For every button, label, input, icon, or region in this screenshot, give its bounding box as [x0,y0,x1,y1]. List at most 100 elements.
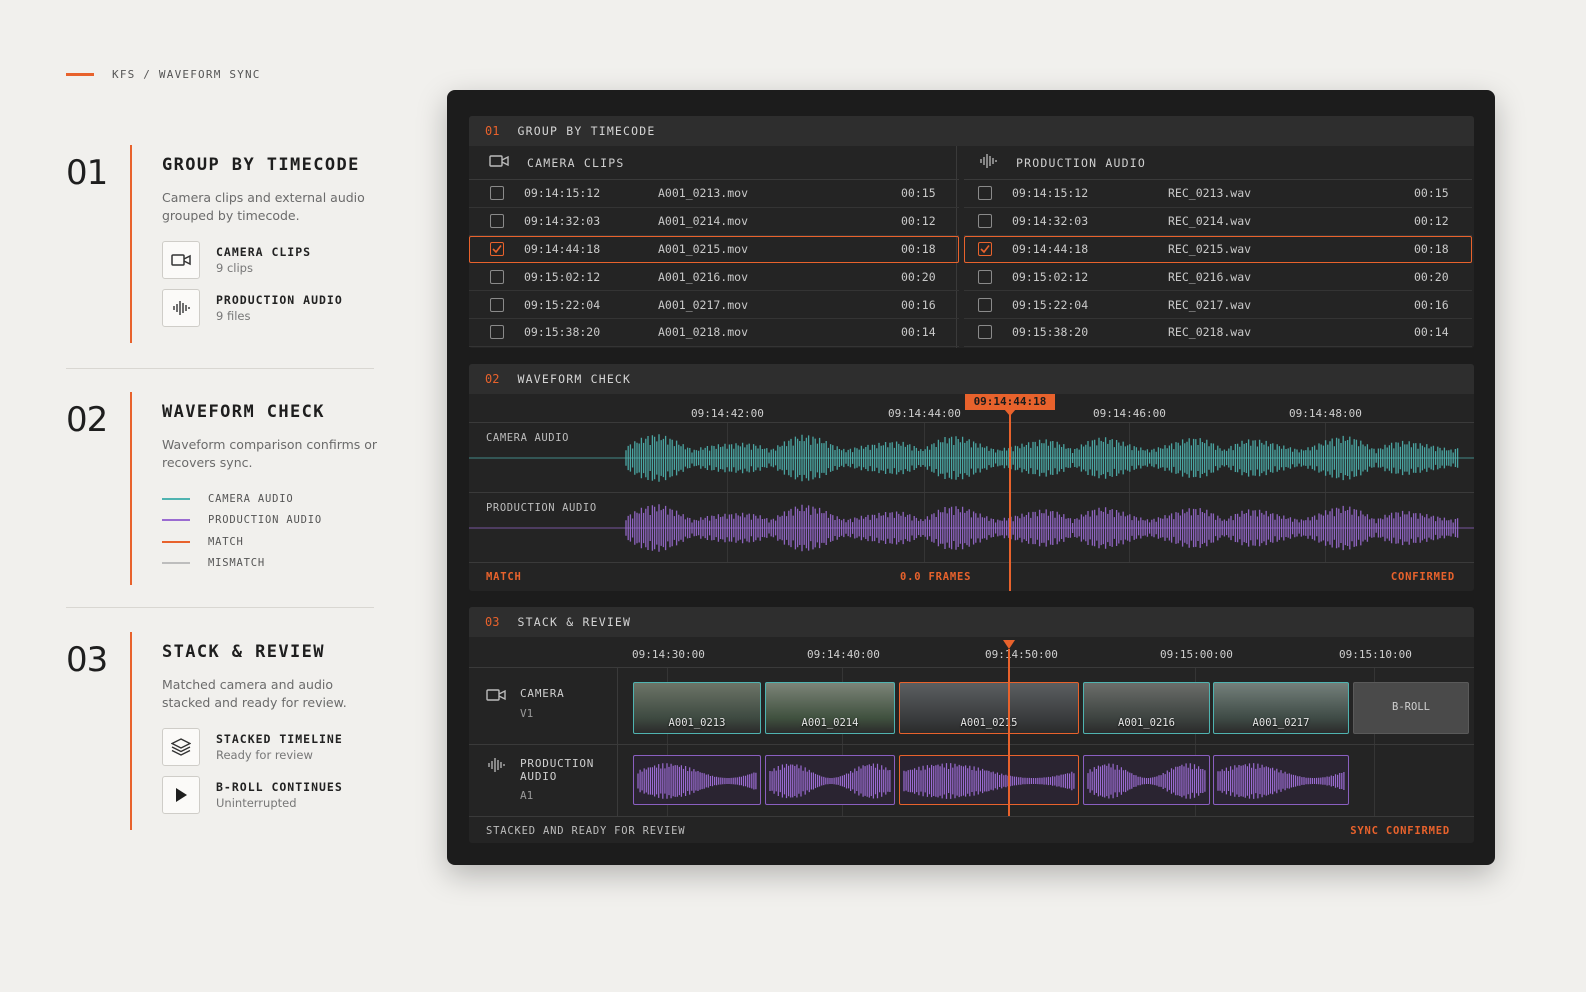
broll-clip[interactable]: B-ROLL [1353,682,1469,734]
section-header: 01 GROUP BY TIMECODE [469,116,1474,146]
checkbox-checked[interactable] [978,241,992,256]
table-row[interactable]: 09:14:44:18 REC_0215.wav 00:18 [964,235,1472,264]
camera-clip[interactable]: A001_0216 [1083,682,1210,734]
checkbox[interactable] [978,214,992,229]
divider [66,607,374,608]
section-title: GROUP BY TIMECODE [517,124,656,138]
timecode-cell: 09:14:44:18 [524,241,601,256]
audio-clip[interactable] [765,755,895,805]
check-icon [980,244,990,254]
duration-cell: 00:20 [1414,269,1449,284]
step-number: 03 [66,640,108,680]
table-header: CAMERA CLIPS [469,146,959,180]
stack-review-section: 03 STACK & REVIEW 09:14:30:00 09:14:40:0… [469,607,1474,843]
ruler-tick-label: 09:14:44:00 [888,407,961,420]
checkbox[interactable] [978,186,992,201]
filename-cell: A001_0215.mov [658,241,749,256]
table-row[interactable]: 09:15:22:04 REC_0217.wav 00:16 [964,291,1472,319]
audio-clip[interactable] [899,755,1079,805]
play-icon [162,776,200,814]
checkbox[interactable] [978,325,992,340]
step-01: 01 GROUP BY TIMECODE Camera clips and ex… [66,145,376,345]
ruler-tick-label: 09:14:40:00 [807,648,880,661]
legend-match: MATCH [162,531,382,553]
status-match: MATCH [486,571,522,583]
feature-title: PRODUCTION AUDIO [216,293,343,307]
accent-dash [66,73,94,76]
camera-clip[interactable]: A001_0213 [633,682,761,734]
filename-cell: REC_0214.wav [1168,214,1252,229]
legend: CAMERA AUDIO PRODUCTION AUDIO MATCH MISM… [162,488,382,574]
timecode-cell: 09:14:32:03 [1012,214,1089,229]
timecode-cell: 09:15:02:12 [524,269,601,284]
checkbox[interactable] [490,297,504,312]
step-accent-bar [130,632,132,830]
feature-sub: Uninterrupted [216,796,297,810]
ruler-tick-label: 09:15:10:00 [1339,648,1412,661]
table-row[interactable]: 09:14:15:12 A001_0213.mov 00:15 [469,180,959,208]
table-row[interactable]: 09:14:44:18 A001_0215.mov 00:18 [469,235,959,264]
video-camera-icon [486,687,506,720]
table-row[interactable]: 09:14:32:03 REC_0214.wav 00:12 [964,208,1472,236]
duration-cell: 00:16 [901,297,936,312]
duration-cell: 00:14 [901,325,936,340]
table-row[interactable]: 09:14:15:12 REC_0213.wav 00:15 [964,180,1472,208]
camera-clip[interactable]: A001_0217 [1213,682,1349,734]
feature-sub: Ready for review [216,748,313,762]
checkbox[interactable] [490,214,504,229]
breadcrumb-text: KFS / WAVEFORM SYNC [112,68,261,81]
feature-sub: 9 clips [216,261,253,275]
timecode-cell: 09:15:22:04 [524,297,601,312]
timecode-cell: 09:14:44:18 [1012,241,1089,256]
table-row[interactable]: 09:15:38:20 A001_0218.mov 00:14 [469,319,959,347]
clip-waveform [769,763,891,799]
camera-clip[interactable]: A001_0214 [765,682,895,734]
feature-broll-continues: B-ROLL CONTINUES Uninterrupted [162,776,382,814]
audio-clip[interactable] [1213,755,1349,805]
waveform-icon [978,153,998,173]
table-title: CAMERA CLIPS [527,155,625,170]
table-row[interactable]: 09:15:02:12 REC_0216.wav 00:20 [964,263,1472,292]
step-number: 02 [66,400,108,440]
playhead-line[interactable] [1009,413,1011,591]
feature-camera-clips: CAMERA CLIPS 9 clips [162,241,382,279]
checkbox-checked[interactable] [490,241,504,256]
duration-cell: 00:18 [1414,241,1449,256]
audio-clip[interactable] [633,755,761,805]
timecode-cell: 09:15:02:12 [1012,269,1089,284]
footer-status: STACKED AND READY FOR REVIEW [486,825,686,837]
table-row[interactable]: 09:15:02:12 A001_0216.mov 00:20 [469,263,959,292]
playhead-timecode[interactable]: 09:14:44:18 [965,394,1055,410]
ruler-tick-label: 09:14:48:00 [1289,407,1362,420]
duration-cell: 00:12 [1414,214,1449,229]
timeline-playhead[interactable] [1008,649,1010,816]
table-row[interactable]: 09:15:22:04 A001_0217.mov 00:16 [469,291,959,319]
table-row[interactable]: 09:14:32:03 A001_0214.mov 00:12 [469,208,959,236]
clip-label: A001_0217 [1252,717,1310,729]
step-title: GROUP BY TIMECODE [162,155,360,175]
status-offset: 0.0 FRAMES [900,571,972,583]
checkbox[interactable] [978,269,992,284]
checkbox[interactable] [490,269,504,284]
audio-track-header: PRODUCTION AUDIO A1 [486,757,594,802]
audio-clip[interactable] [1083,755,1210,805]
checkbox[interactable] [978,297,992,312]
section-header: 03 STACK & REVIEW [469,607,1474,637]
table-row[interactable]: 09:15:38:20 REC_0218.wav 00:14 [964,319,1472,347]
section-title: WAVEFORM CHECK [517,372,632,386]
step-03: 03 STACK & REVIEW Matched camera and aud… [66,632,376,832]
filename-cell: REC_0213.wav [1168,186,1252,201]
playhead-marker [1004,409,1016,416]
camera-clip[interactable]: A001_0215 [899,682,1079,734]
filename-cell: A001_0214.mov [658,214,749,229]
waveform-status-bar: MATCH 0.0 FRAMES CONFIRMED [469,562,1474,591]
checkbox[interactable] [490,186,504,201]
step-description: Waveform comparison confirms or recovers… [162,437,378,470]
checkbox[interactable] [490,325,504,340]
feature-production-audio: PRODUCTION AUDIO 9 files [162,289,382,327]
step-title: WAVEFORM CHECK [162,402,325,422]
clip-waveform [637,763,757,799]
clip-waveform [1087,763,1206,799]
step-02: 02 WAVEFORM CHECK Waveform comparison co… [66,392,377,587]
duration-cell: 00:15 [901,186,936,201]
